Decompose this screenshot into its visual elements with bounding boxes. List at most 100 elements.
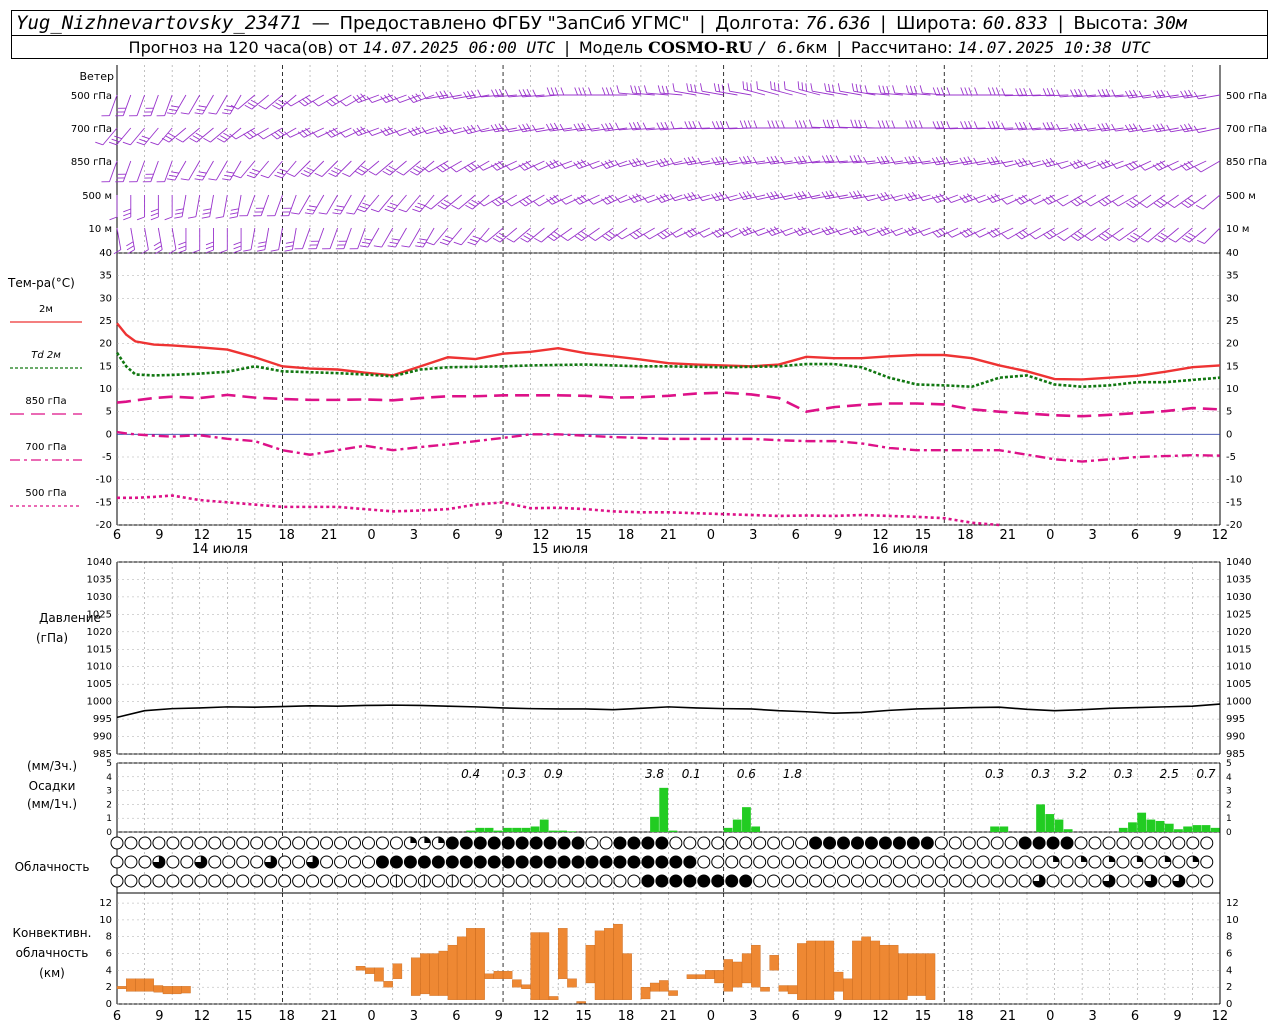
wind-barb-feather [1105, 231, 1113, 237]
wind-barb-feather [230, 212, 239, 215]
conv-cloud-bar [530, 932, 540, 1000]
wind-barb-feather [858, 119, 862, 128]
precip-bar [512, 827, 522, 832]
temp-ytick-right: -5 [1226, 452, 1236, 463]
cloud-cover-symbol [934, 855, 948, 869]
conv-cloud-bar [604, 928, 614, 1000]
conv-cloud-bar [916, 953, 927, 996]
wind-level-label-right: 850 гПа [1226, 157, 1267, 168]
cloud-cover-symbol [278, 836, 292, 850]
wind-barb-feather [968, 120, 973, 129]
wind-barb-feather [435, 91, 441, 100]
wind-barb-feather [905, 120, 909, 129]
temp-ytick-left: 35 [99, 271, 112, 282]
wind-barb-feather [472, 235, 481, 240]
precip-bar [1155, 820, 1165, 832]
cloud-cover-symbol [515, 836, 529, 850]
wind-barb-feather [1057, 235, 1065, 241]
cloud-cover-symbol [864, 874, 878, 888]
wind-barb-feather [973, 121, 978, 129]
wind-barb-feather [719, 156, 725, 164]
wind-barb-feather [574, 235, 582, 241]
temp-hour-tick-label: 21 [1000, 528, 1017, 543]
cloud-cover-symbol [767, 836, 781, 850]
cloud-cover-symbol [459, 836, 473, 850]
wind-barb-feather [642, 233, 650, 240]
cloud-cover-symbol [599, 836, 613, 850]
wind-barb-staff [375, 160, 394, 176]
conv-cloud-bar [484, 973, 495, 979]
wind-barb-feather [208, 178, 217, 181]
wind-barb-feather [388, 165, 397, 171]
precip-sum-label: 1.8 [783, 767, 802, 781]
wind-barb-feather [276, 171, 285, 176]
cloud-cover-symbol [124, 836, 138, 850]
cloud-cover-symbol [613, 855, 627, 869]
wind-barb-feather [205, 249, 214, 254]
wind-level-label-left: 10 м [89, 224, 112, 235]
cloud-cover-symbol [711, 855, 725, 869]
wind-barb-feather [851, 83, 855, 92]
wind-barb-feather [470, 90, 476, 98]
cloud-cover-symbol [1060, 874, 1074, 888]
conv-ytick-left: 2 [106, 982, 112, 993]
wind-barb-staff [302, 227, 311, 249]
wind-barb-staff [136, 94, 145, 116]
wind-barb-feather [250, 99, 259, 105]
cloud-cover-quarter [1164, 856, 1171, 862]
wind-barb-feather [168, 132, 176, 138]
wind-barb-feather [1015, 88, 1020, 96]
temp-hour-tick-label: 3 [410, 528, 418, 543]
wind-barb-feather [797, 191, 803, 199]
cloud-cover-symbol [222, 836, 236, 850]
temp-hour-tick-label: 15 [575, 528, 592, 543]
cloud-cover-symbol [459, 855, 473, 869]
conv-cloud-bar [144, 978, 154, 992]
wind-barb-feather [837, 83, 841, 92]
wind-barb-feather [766, 192, 772, 200]
wind-barb-feather [174, 216, 183, 219]
cloud-cover-symbol [878, 855, 892, 869]
pressure-ytick-right: 1020 [1226, 627, 1251, 638]
wind-barb-feather [178, 249, 187, 254]
wind-barb-feather [863, 120, 868, 129]
pressure-ytick-left: 1000 [87, 697, 112, 708]
wind-barb-feather [882, 85, 886, 94]
pressure-ytick-right: 1015 [1226, 644, 1251, 655]
wind-barb-feather [932, 231, 939, 238]
wind-barb-feather [368, 170, 377, 176]
cloud-cover-symbol [948, 836, 962, 850]
precip-bar [650, 816, 659, 832]
wind-barb-feather [1132, 89, 1138, 98]
precip-bar [1192, 825, 1202, 832]
wind-barb-feather [939, 156, 945, 164]
cloud-cover-symbol [795, 836, 809, 850]
cloud-cover-symbol [124, 855, 138, 869]
wind-barb-feather [195, 132, 204, 138]
wind-barb-feather [686, 83, 689, 92]
temp-ytick-left: 40 [99, 248, 112, 259]
conv-cloud-bar [512, 979, 522, 988]
cloud-cover-symbol [892, 836, 906, 850]
temp-hour-tick-label: 12 [194, 528, 211, 543]
wind-barb-feather [581, 231, 589, 237]
cloud-cover-symbol [487, 874, 501, 888]
conv-cloud-bar [778, 985, 789, 992]
precip-sum-label: 0.3 [985, 767, 1004, 781]
cloud-cover-symbol [976, 874, 990, 888]
wind-barb-feather [1073, 198, 1081, 205]
wind-barb-feather [439, 91, 445, 99]
cloud-cover-symbol [431, 855, 445, 869]
wind-barb-feather [746, 82, 749, 91]
wind-barb-feather [467, 241, 476, 246]
precip-ytick-left: 1 [106, 814, 112, 824]
wind-barb-feather [578, 87, 582, 96]
cloud-cover-symbol [878, 874, 892, 888]
wind-barb-feather [354, 170, 363, 176]
wind-barb-feather [175, 137, 184, 143]
cloud-cover-symbol [627, 855, 641, 869]
cloud-cover-symbol [1200, 874, 1214, 888]
wind-barb-feather [963, 157, 969, 165]
wind-barb-feather [881, 120, 886, 129]
wind-barb-feather [275, 102, 283, 107]
